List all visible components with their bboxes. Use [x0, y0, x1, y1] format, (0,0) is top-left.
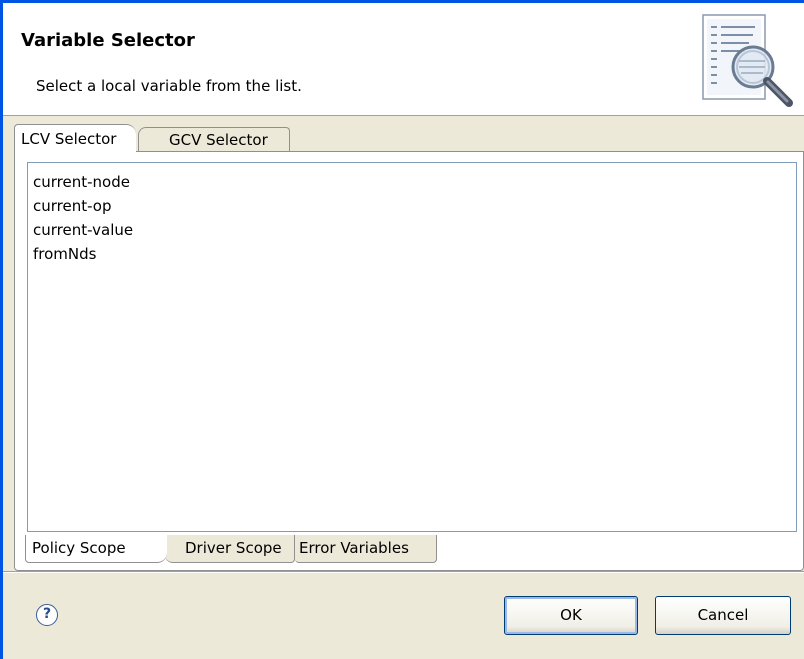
- variable-list[interactable]: current-node current-op current-value fr…: [27, 162, 797, 532]
- dialog-description: Select a local variable from the list.: [36, 77, 302, 95]
- dialog-title: Variable Selector: [21, 30, 195, 51]
- variable-selector-dialog: Variable Selector Select a local variabl…: [0, 0, 804, 659]
- list-item-current-value[interactable]: current-value: [33, 219, 796, 243]
- tab-gcv-selector[interactable]: GCV Selector: [138, 127, 290, 152]
- tab-lcv-selector[interactable]: LCV Selector: [14, 124, 136, 152]
- document-magnifier-icon: [702, 14, 793, 107]
- list-item-current-node[interactable]: current-node: [33, 171, 796, 195]
- list-item-fromnds[interactable]: fromNds: [33, 243, 796, 267]
- tab-driver-scope[interactable]: Driver Scope: [165, 535, 295, 563]
- footer-divider: [3, 571, 804, 573]
- tab-error-variables[interactable]: Error Variables: [295, 535, 437, 563]
- help-icon[interactable]: ?: [36, 604, 58, 626]
- tab-policy-scope[interactable]: Policy Scope: [25, 535, 167, 563]
- list-item-current-op[interactable]: current-op: [33, 195, 796, 219]
- cancel-button[interactable]: Cancel: [655, 596, 791, 635]
- lcv-selector-panel: current-node current-op current-value fr…: [14, 151, 804, 571]
- dialog-header: Variable Selector Select a local variabl…: [3, 3, 804, 116]
- selector-tab-folder: GCV Selector LCV Selector current-node c…: [14, 124, 804, 571]
- ok-button[interactable]: OK: [504, 596, 638, 635]
